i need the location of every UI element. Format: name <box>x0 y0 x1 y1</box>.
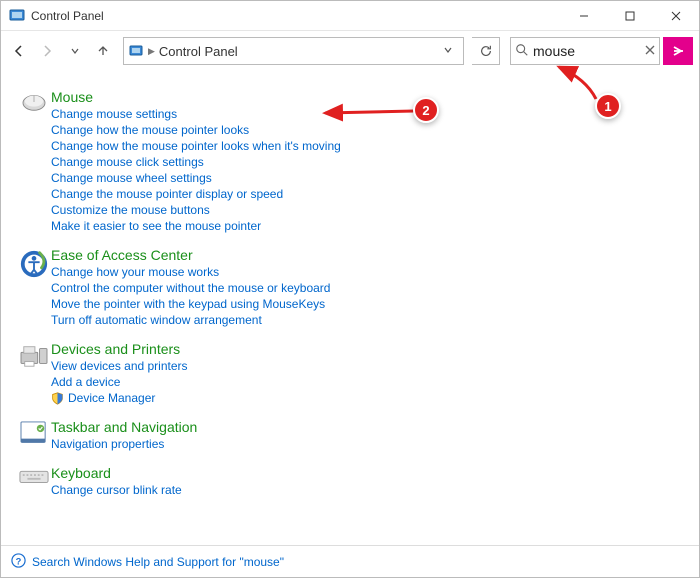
close-button[interactable] <box>653 1 699 31</box>
result-link-label: Change mouse click settings <box>51 155 204 169</box>
recent-dropdown-button[interactable] <box>63 39 87 63</box>
result-link[interactable]: Change mouse click settings <box>51 155 683 169</box>
result-group-title[interactable]: Ease of Access Center <box>51 247 683 263</box>
result-group: Keyboard Change cursor blink rate <box>17 465 683 497</box>
result-link[interactable]: Change the mouse pointer display or spee… <box>51 187 683 201</box>
result-link[interactable]: Change how the mouse pointer looks <box>51 123 683 137</box>
result-link[interactable]: Move the pointer with the keypad using M… <box>51 297 683 311</box>
result-link-label: Change how the mouse pointer looks <box>51 123 249 137</box>
refresh-button[interactable] <box>472 37 500 65</box>
result-link[interactable]: Customize the mouse buttons <box>51 203 683 217</box>
result-link-label: Control the computer without the mouse o… <box>51 281 330 295</box>
titlebar: Control Panel <box>1 1 699 31</box>
result-group-title[interactable]: Mouse <box>51 89 683 105</box>
minimize-button[interactable] <box>561 1 607 31</box>
result-link-label: Change mouse settings <box>51 107 177 121</box>
control-panel-app-icon <box>9 8 25 24</box>
ease-of-access-icon <box>17 247 51 327</box>
result-group: Mouse Change mouse settings Change how the… <box>17 89 683 233</box>
result-link[interactable]: View devices and printers <box>51 359 683 373</box>
result-link[interactable]: Add a device <box>51 375 683 389</box>
result-link-label: Navigation properties <box>51 437 164 451</box>
search-icon <box>515 43 529 60</box>
result-link-label: Change the mouse pointer display or spee… <box>51 187 283 201</box>
result-link-label: Change how the mouse pointer looks when … <box>51 139 341 153</box>
devices-printers-icon <box>17 341 51 405</box>
navigation-row: ▶ Control Panel <box>1 31 699 71</box>
result-link[interactable]: Change cursor blink rate <box>51 483 683 497</box>
result-link[interactable]: Device Manager <box>51 391 683 405</box>
maximize-button[interactable] <box>607 1 653 31</box>
search-results: Mouse Change mouse settings Change how the… <box>1 71 699 545</box>
result-link-label: Add a device <box>51 375 120 389</box>
clear-search-button[interactable] <box>645 44 655 58</box>
result-link-label: Device Manager <box>68 391 155 405</box>
result-link[interactable]: Change mouse settings <box>51 107 683 121</box>
result-link[interactable]: Control the computer without the mouse o… <box>51 281 683 295</box>
result-group-title[interactable]: Keyboard <box>51 465 683 481</box>
result-link[interactable]: Change mouse wheel settings <box>51 171 683 185</box>
mouse-device-icon <box>17 89 51 233</box>
result-link-label: View devices and printers <box>51 359 188 373</box>
back-button[interactable] <box>7 39 31 63</box>
result-link[interactable]: Make it easier to see the mouse pointer <box>51 219 683 233</box>
result-link-label: Customize the mouse buttons <box>51 203 210 217</box>
result-group-title[interactable]: Devices and Printers <box>51 341 683 357</box>
result-link-label: Make it easier to see the mouse pointer <box>51 219 261 233</box>
result-link-label: Change how your mouse works <box>51 265 219 279</box>
result-link-label: Change cursor blink rate <box>51 483 182 497</box>
result-link-label: Change mouse wheel settings <box>51 171 212 185</box>
result-link[interactable]: Change how the mouse pointer looks when … <box>51 139 683 153</box>
taskbar-nav-icon <box>17 419 51 451</box>
result-group: Ease of Access Center Change how your mou… <box>17 247 683 327</box>
breadcrumb[interactable]: Control Panel <box>159 44 238 59</box>
result-group: Taskbar and Navigation Navigation propert… <box>17 419 683 451</box>
help-icon: ? <box>11 553 26 571</box>
help-search-link[interactable]: Search Windows Help and Support for "mou… <box>32 555 284 569</box>
result-link[interactable]: Change how your mouse works <box>51 265 683 279</box>
breadcrumb-separator-icon: ▶ <box>148 46 155 57</box>
result-link-label: Move the pointer with the keypad using M… <box>51 297 325 311</box>
help-bar: ? Search Windows Help and Support for "m… <box>1 545 699 577</box>
result-link[interactable]: Turn off automatic window arrangement <box>51 313 683 327</box>
forward-button[interactable] <box>35 39 59 63</box>
uac-shield-icon <box>51 392 64 405</box>
search-input[interactable] <box>533 43 613 59</box>
address-bar[interactable]: ▶ Control Panel <box>123 37 464 65</box>
svg-text:?: ? <box>16 556 22 566</box>
search-box[interactable] <box>510 37 660 65</box>
result-link[interactable]: Navigation properties <box>51 437 683 451</box>
address-dropdown-icon[interactable] <box>437 44 459 58</box>
result-group: Devices and Printers View devices and pri… <box>17 341 683 405</box>
up-button[interactable] <box>91 39 115 63</box>
window-title: Control Panel <box>31 9 104 23</box>
control-panel-crumb-icon <box>128 43 144 59</box>
keyboard-icon <box>17 465 51 497</box>
search-go-button[interactable] <box>663 37 693 65</box>
result-group-title[interactable]: Taskbar and Navigation <box>51 419 683 435</box>
result-link-label: Turn off automatic window arrangement <box>51 313 262 327</box>
